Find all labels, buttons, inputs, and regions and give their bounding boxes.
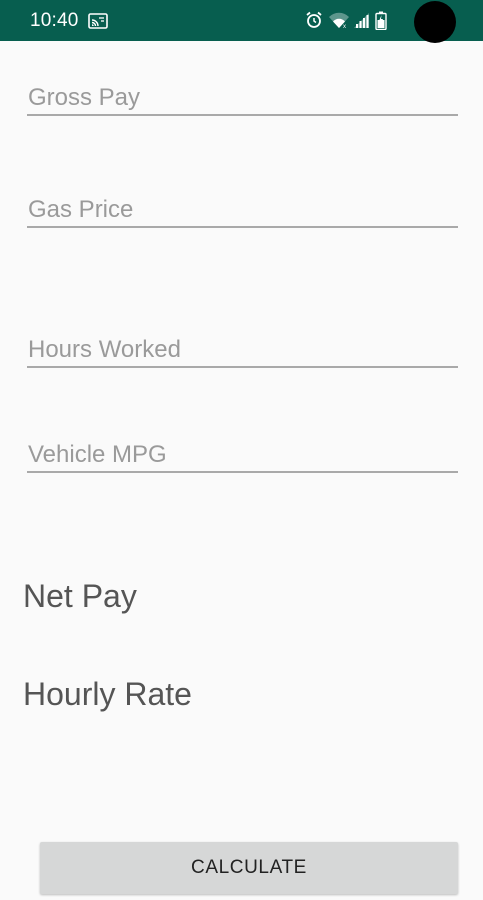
vehicle-mpg-input[interactable] — [27, 439, 459, 471]
calculate-button[interactable]: CALCULATE — [40, 842, 458, 894]
hours-worked-field[interactable] — [27, 334, 459, 368]
vehicle-mpg-field[interactable] — [27, 439, 459, 473]
signal-icon — [354, 13, 369, 28]
camera-cutout — [414, 1, 456, 43]
status-bar: 10:40 x — [0, 0, 483, 41]
alarm-icon — [306, 11, 322, 28]
hourly-rate-label: Hourly Rate — [23, 676, 192, 712]
status-time: 10:40 — [30, 10, 79, 31]
gas-price-field[interactable] — [27, 194, 459, 228]
cast-icon — [88, 13, 108, 29]
gross-pay-field[interactable] — [27, 82, 459, 116]
net-pay-label: Net Pay — [23, 578, 137, 614]
wifi-icon: x — [329, 12, 349, 29]
battery-icon — [375, 11, 387, 30]
gas-price-input[interactable] — [27, 194, 459, 226]
hours-worked-input[interactable] — [27, 334, 459, 366]
svg-text:x: x — [343, 24, 346, 29]
gross-pay-input[interactable] — [27, 82, 459, 114]
